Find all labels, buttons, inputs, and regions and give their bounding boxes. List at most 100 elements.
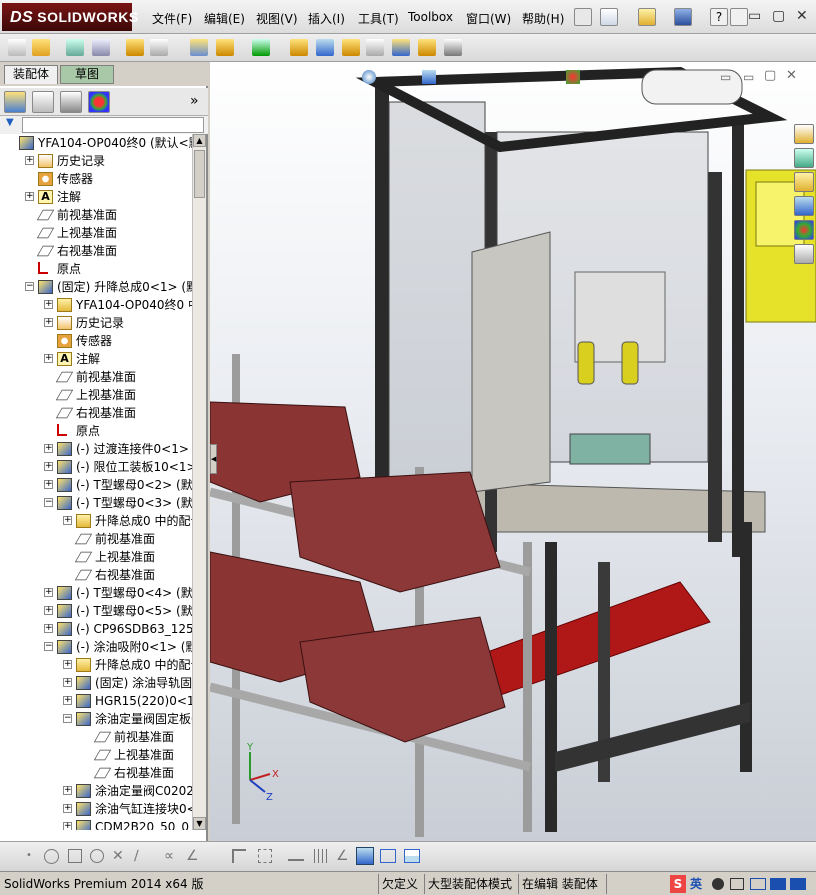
- expand-panel-icon[interactable]: »: [190, 93, 199, 109]
- expand-node-icon[interactable]: +: [63, 804, 72, 813]
- expand-node-icon[interactable]: +: [44, 462, 53, 471]
- menu-tools[interactable]: 工具(T): [358, 10, 399, 27]
- expand-node-icon[interactable]: +: [63, 786, 72, 795]
- construction-geometry-icon[interactable]: [258, 849, 272, 863]
- point-icon[interactable]: •: [26, 850, 32, 861]
- tree-scrollbar[interactable]: ▲ ▼: [192, 134, 206, 830]
- ime-keyboard-icon[interactable]: [750, 878, 766, 890]
- expand-node-icon[interactable]: +: [63, 822, 72, 830]
- section-view-icon[interactable]: [404, 849, 420, 863]
- assembly-features-icon[interactable]: [216, 39, 234, 56]
- ime-sogou-icon[interactable]: S: [670, 875, 686, 893]
- expand-node-icon[interactable]: +: [44, 300, 53, 309]
- expand-node-icon[interactable]: +: [44, 606, 53, 615]
- viewport-tile-icon[interactable]: ▭: [743, 70, 754, 84]
- ellipse-icon[interactable]: [90, 849, 104, 863]
- pin-icon[interactable]: [574, 8, 592, 26]
- expand-node-icon[interactable]: +: [44, 354, 53, 363]
- collapse-node-icon[interactable]: −: [25, 282, 34, 291]
- scroll-up-button[interactable]: ▲: [193, 134, 206, 147]
- extend-icon[interactable]: ∝: [164, 848, 174, 864]
- expand-node-icon[interactable]: +: [25, 192, 34, 201]
- menu-edit[interactable]: 编辑(E): [204, 10, 245, 27]
- display-manager-icon[interactable]: [88, 91, 110, 113]
- collapse-node-icon[interactable]: −: [63, 714, 72, 723]
- filter-input[interactable]: [22, 117, 204, 133]
- close-button[interactable]: ✕: [796, 8, 808, 24]
- filter-icon[interactable]: ▼: [6, 117, 14, 128]
- select-component-icon[interactable]: [8, 39, 26, 56]
- display-style-icon[interactable]: [356, 847, 374, 865]
- view-orientation-icon[interactable]: [422, 70, 436, 84]
- expand-node-icon[interactable]: +: [63, 678, 72, 687]
- expand-node-icon[interactable]: +: [63, 660, 72, 669]
- file-explorer-icon[interactable]: [794, 172, 814, 192]
- open-document-icon[interactable]: [638, 8, 656, 26]
- explode-line-sketch-icon[interactable]: [366, 39, 384, 56]
- configuration-manager-icon[interactable]: [60, 91, 82, 113]
- reference-geometry-icon[interactable]: [252, 39, 270, 56]
- save-icon[interactable]: [674, 8, 692, 26]
- menu-toolbox[interactable]: Toolbox: [408, 10, 453, 24]
- expand-node-icon[interactable]: +: [25, 156, 34, 165]
- line-icon[interactable]: ∕: [134, 848, 139, 864]
- clearance-verification-icon[interactable]: [418, 39, 436, 56]
- graphics-area[interactable]: Y X Z ◀ ▭ ▭ ▢ ✕: [210, 62, 816, 841]
- design-library-icon[interactable]: [794, 148, 814, 168]
- circle-icon[interactable]: [44, 849, 59, 864]
- view-palette-icon[interactable]: [794, 196, 814, 216]
- grid-icon[interactable]: [314, 849, 328, 863]
- expand-node-icon[interactable]: +: [44, 624, 53, 633]
- menu-view[interactable]: 视图(V): [256, 10, 298, 27]
- solidworks-logo[interactable]: DS SOLIDWORKS: [2, 3, 138, 31]
- expand-node-icon[interactable]: +: [63, 516, 72, 525]
- viewport-minimize-icon[interactable]: ▭: [720, 70, 731, 84]
- new-document-icon[interactable]: [600, 8, 618, 26]
- trim-icon[interactable]: ✕: [112, 848, 124, 864]
- instant3d-icon[interactable]: [444, 39, 462, 56]
- tab-assembly[interactable]: 装配体: [4, 65, 58, 84]
- view-orientation-bar-icon[interactable]: [380, 849, 396, 863]
- zoom-to-fit-icon[interactable]: [362, 70, 376, 84]
- relations-icon[interactable]: ∠: [336, 848, 349, 864]
- show-hidden-icon[interactable]: [190, 39, 208, 56]
- property-manager-icon[interactable]: [32, 91, 54, 113]
- ime-punctuation-icon[interactable]: [712, 878, 724, 890]
- feature-manager-icon[interactable]: [4, 91, 26, 113]
- custom-properties-icon[interactable]: [794, 244, 814, 264]
- offset-icon[interactable]: ∠: [186, 848, 199, 864]
- new-motion-study-icon[interactable]: [290, 39, 308, 56]
- ime-fullwidth-icon[interactable]: [730, 878, 744, 890]
- viewport-restore-icon[interactable]: ▢: [764, 68, 776, 83]
- collapse-node-icon[interactable]: −: [44, 642, 53, 651]
- ime-language-indicator[interactable]: 英: [690, 875, 702, 893]
- options-icon[interactable]: [730, 8, 748, 26]
- help-icon[interactable]: ?: [710, 8, 728, 26]
- smart-fasteners-icon[interactable]: [126, 39, 144, 56]
- appearances-icon[interactable]: [794, 220, 814, 240]
- appearance-icon[interactable]: [566, 70, 580, 84]
- expand-node-icon[interactable]: +: [44, 588, 53, 597]
- home-icon[interactable]: [794, 124, 814, 144]
- expand-node-icon[interactable]: +: [44, 318, 53, 327]
- menu-insert[interactable]: 插入(I): [308, 10, 345, 27]
- corner-rectangle-icon[interactable]: [232, 849, 246, 863]
- expand-node-icon[interactable]: +: [44, 444, 53, 453]
- smart-dimension-icon[interactable]: [288, 849, 304, 861]
- restore-button[interactable]: ▢: [772, 8, 785, 24]
- bill-of-materials-icon[interactable]: [316, 39, 334, 56]
- linear-pattern-icon[interactable]: [92, 39, 110, 56]
- ime-tools-icon[interactable]: [770, 878, 786, 890]
- expand-node-icon[interactable]: +: [44, 480, 53, 489]
- move-component-icon[interactable]: [150, 39, 168, 56]
- interference-detection-icon[interactable]: [392, 39, 410, 56]
- scroll-down-button[interactable]: ▼: [193, 817, 206, 830]
- ime-skin-icon[interactable]: [790, 878, 806, 890]
- menu-help[interactable]: 帮助(H): [522, 10, 564, 27]
- insert-component-icon[interactable]: [32, 39, 50, 56]
- mate-icon[interactable]: [66, 39, 84, 56]
- scroll-thumb[interactable]: [194, 150, 205, 198]
- menu-window[interactable]: 窗口(W): [466, 10, 511, 27]
- polygon-icon[interactable]: [68, 849, 82, 863]
- minimize-button[interactable]: ▭: [748, 8, 761, 24]
